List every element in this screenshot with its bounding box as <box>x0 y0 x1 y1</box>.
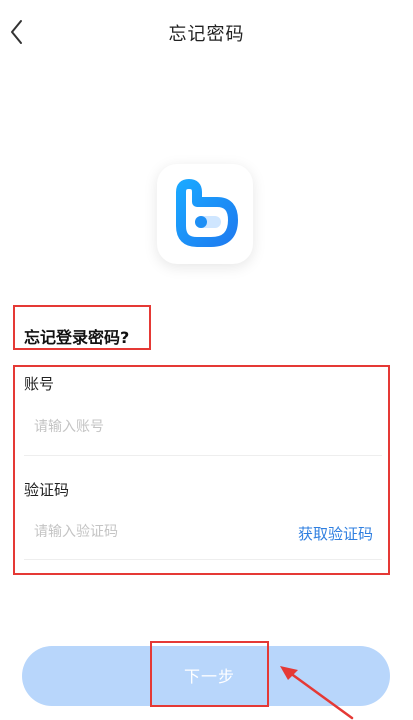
page-title: 忘记密码 <box>168 24 245 45</box>
next-button-label: 下一步 <box>183 667 235 686</box>
account-label: 账号 <box>24 375 55 393</box>
code-label: 验证码 <box>24 481 70 499</box>
code-input[interactable] <box>34 518 274 546</box>
app-logo <box>157 164 253 264</box>
app-logo-icon <box>176 179 238 247</box>
get-code-button[interactable]: 获取验证码 <box>298 523 373 544</box>
form-heading: 忘记登录密码? <box>24 328 130 347</box>
pointer-arrow-icon <box>280 666 354 720</box>
nav-bar: 忘记密码 <box>0 0 413 64</box>
account-divider <box>24 455 382 456</box>
account-input[interactable] <box>34 413 364 441</box>
code-divider <box>24 559 382 560</box>
